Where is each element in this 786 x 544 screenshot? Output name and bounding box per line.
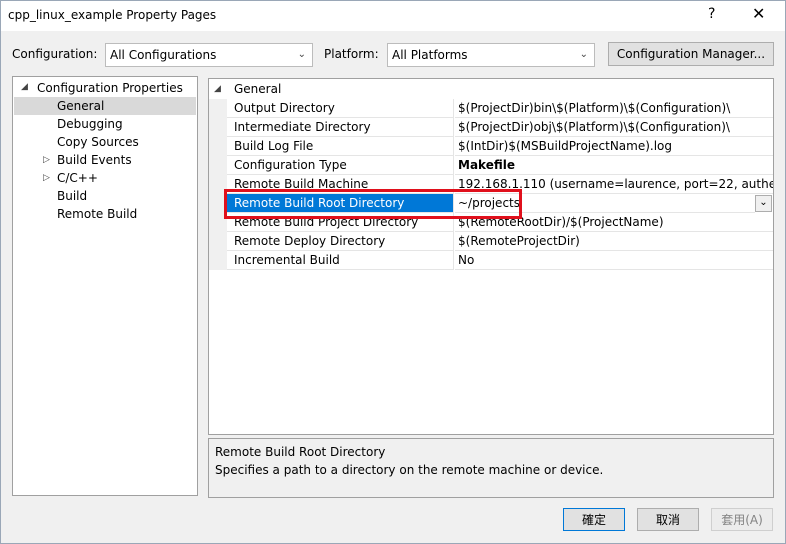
description-panel: Remote Build Root Directory Specifies a … — [208, 438, 774, 498]
cancel-button[interactable]: 取消 — [637, 508, 699, 531]
configuration-value: All Configurations — [110, 48, 217, 62]
property-name: Incremental Build — [227, 251, 454, 270]
property-value[interactable]: No — [455, 251, 773, 270]
property-row-incremental-build[interactable]: Incremental Build No — [209, 251, 773, 270]
property-name: Remote Build Root Directory — [227, 194, 454, 213]
property-grid[interactable]: ◢ General Output Directory $(ProjectDir)… — [208, 78, 774, 435]
collapsed-arrow-icon[interactable]: ▷ — [43, 173, 50, 183]
property-row-intermediate-directory[interactable]: Intermediate Directory $(ProjectDir)obj\… — [209, 118, 773, 137]
property-name: Output Directory — [227, 99, 454, 118]
platform-value: All Platforms — [392, 48, 468, 62]
ok-button[interactable]: 確定 — [563, 508, 625, 531]
property-value[interactable]: $(RemoteProjectDir) — [455, 232, 773, 251]
property-value-input[interactable]: ~/projects — [455, 194, 755, 213]
property-name: Configuration Type — [227, 156, 454, 175]
expanded-arrow-icon[interactable]: ◢ — [214, 84, 221, 94]
platform-dropdown[interactable]: All Platforms ⌄ — [387, 43, 595, 67]
property-row-configuration-type[interactable]: Configuration Type Makefile — [209, 156, 773, 175]
tree-item-configuration-properties[interactable]: Configuration Properties — [37, 79, 183, 97]
tree-item-general[interactable]: General — [14, 97, 196, 115]
property-tree[interactable]: ◢ Configuration Properties General Debug… — [12, 76, 198, 496]
property-name: Build Log File — [227, 137, 454, 156]
property-row-remote-deploy-directory[interactable]: Remote Deploy Directory $(RemoteProjectD… — [209, 232, 773, 251]
tree-item-debugging[interactable]: Debugging — [57, 115, 123, 133]
property-row-remote-build-machine[interactable]: Remote Build Machine 192.168.1.110 (user… — [209, 175, 773, 194]
property-value-text: ~/projects — [458, 196, 520, 210]
chevron-down-icon: ⌄ — [759, 197, 768, 208]
title-bar: cpp_linux_example Property Pages ? ✕ — [0, 0, 786, 31]
configuration-label: Configuration: — [12, 47, 98, 61]
collapsed-arrow-icon[interactable]: ▷ — [43, 155, 50, 165]
property-value[interactable]: $(ProjectDir)obj\$(Platform)\$(Configura… — [455, 118, 773, 137]
property-name: Intermediate Directory — [227, 118, 454, 137]
property-value[interactable]: $(RemoteRootDir)/$(ProjectName) — [455, 213, 773, 232]
tree-item-cpp[interactable]: C/C++ — [57, 169, 98, 187]
tree-item-build[interactable]: Build — [57, 187, 87, 205]
window-title: cpp_linux_example Property Pages — [8, 8, 217, 22]
category-header[interactable]: ◢ General — [209, 79, 773, 99]
property-name: Remote Deploy Directory — [227, 232, 454, 251]
chevron-down-icon: ⌄ — [297, 49, 306, 60]
description-title: Remote Build Root Directory — [215, 445, 386, 459]
help-button[interactable]: ? — [708, 6, 715, 22]
property-name: Remote Build Project Directory — [227, 213, 454, 232]
property-row-build-log-file[interactable]: Build Log File $(IntDir)$(MSBuildProject… — [209, 137, 773, 156]
category-label: General — [234, 82, 282, 96]
close-button[interactable]: ✕ — [752, 4, 765, 23]
property-row-remote-build-root-directory[interactable]: Remote Build Root Directory ~/projects ⌄ — [209, 194, 773, 213]
value-dropdown-button[interactable]: ⌄ — [755, 195, 772, 212]
configuration-dropdown[interactable]: All Configurations ⌄ — [105, 43, 313, 67]
tree-item-remote-build[interactable]: Remote Build — [57, 205, 137, 223]
tree-item-copy-sources[interactable]: Copy Sources — [57, 133, 139, 151]
description-text: Specifies a path to a directory on the r… — [215, 463, 604, 477]
chevron-down-icon: ⌄ — [579, 49, 588, 60]
property-value[interactable]: $(IntDir)$(MSBuildProjectName).log — [455, 137, 773, 156]
property-value[interactable]: 192.168.1.110 (username=laurence, port=2… — [455, 175, 773, 194]
property-value[interactable]: $(ProjectDir)bin\$(Platform)\$(Configura… — [455, 99, 773, 118]
tree-item-build-events[interactable]: Build Events — [57, 151, 132, 169]
platform-label: Platform: — [324, 47, 379, 61]
apply-button[interactable]: 套用(A) — [711, 508, 773, 531]
property-value[interactable]: Makefile — [455, 156, 773, 175]
property-row-remote-build-project-directory[interactable]: Remote Build Project Directory $(RemoteR… — [209, 213, 773, 232]
configuration-manager-button[interactable]: Configuration Manager... — [608, 42, 774, 66]
property-row-output-directory[interactable]: Output Directory $(ProjectDir)bin\$(Plat… — [209, 99, 773, 118]
property-name: Remote Build Machine — [227, 175, 454, 194]
text-cursor — [521, 196, 522, 210]
expanded-arrow-icon[interactable]: ◢ — [21, 82, 28, 92]
